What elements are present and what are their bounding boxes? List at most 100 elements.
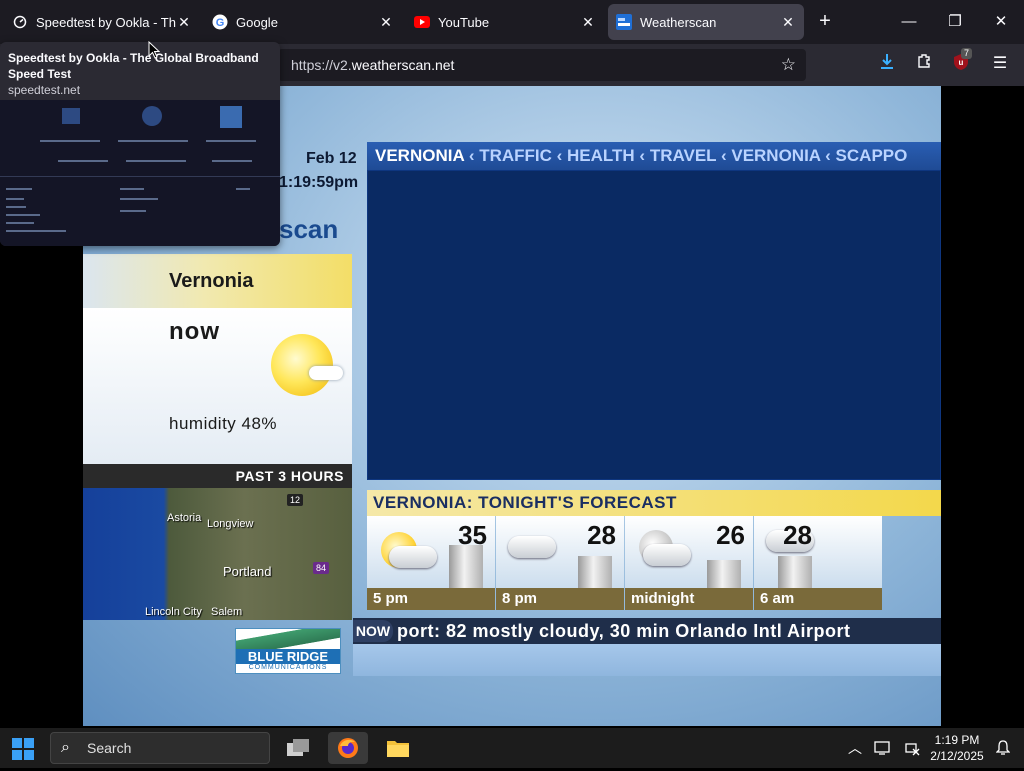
ticker-current: VERNONIA (375, 146, 465, 165)
forecast-temp: 28 (587, 520, 616, 550)
temp-bar (578, 556, 612, 588)
preview-title: Speedtest by Ookla - The Global Broadban… (8, 51, 259, 81)
forecast-temp: 28 (783, 520, 812, 550)
menu-icon[interactable]: ☰ (988, 52, 1012, 76)
sponsor-subtitle: COMMUNICATIONS (248, 664, 328, 671)
tab-title: YouTube (438, 14, 490, 30)
bottom-crawl: port: 82 mostly cloudy, 30 min Orlando I… (353, 618, 941, 644)
close-tab-icon[interactable]: ✕ (378, 14, 394, 31)
forecast-heading: VERNONIA: TONIGHT'S FORECAST (367, 490, 941, 516)
taskbar-search[interactable]: ⌕ Search (50, 732, 270, 764)
file-explorer-icon[interactable] (378, 732, 418, 764)
tab-weatherscan[interactable]: Weatherscan ✕ (608, 4, 804, 40)
forecast-time: midnight (625, 588, 753, 610)
windows-start-icon[interactable] (12, 738, 34, 760)
system-clock[interactable]: 1:19 PM 2/12/2025 (928, 732, 986, 764)
current-conditions-header: Vernonia (83, 254, 352, 308)
top-ticker: VERNONIA ‹ TRAFFIC ‹ HEALTH ‹ TRAVEL ‹ V… (367, 142, 941, 170)
temp-bar (707, 560, 741, 588)
map-label-portland: Portland (223, 564, 272, 579)
small-cloud-icon (309, 366, 343, 380)
close-window-button[interactable]: ✕ (978, 8, 1024, 36)
temp-bar (449, 545, 483, 588)
ticker-rest: ‹ TRAFFIC ‹ HEALTH ‹ TRAVEL ‹ VERNONIA ‹… (464, 146, 908, 165)
tab-strip: Speedtest by Ookla - The Global Broadban… (0, 0, 1024, 44)
date-display: Feb 12 (306, 150, 357, 167)
thumb-block (62, 108, 80, 124)
forecast-period: 26 midnight (625, 516, 753, 610)
tab-google[interactable]: G Google ✕ (204, 4, 402, 40)
mouse-cursor-icon (148, 41, 160, 59)
task-view-icon[interactable] (278, 732, 318, 764)
radar-map: Astoria Longview Portland Lincoln City S… (83, 488, 352, 620)
extension-badge: 7 (961, 48, 973, 59)
thumb-block (142, 106, 162, 126)
preview-url: speedtest.net (8, 83, 81, 97)
humidity-text: humidity 48% (169, 414, 278, 433)
thumb-text (6, 222, 34, 224)
tab-title: Google (236, 14, 278, 30)
interstate-shield-84: 84 (313, 562, 330, 574)
thumb-text (120, 210, 146, 212)
taskbar: ⌕ Search ︿ 1:19 PM 2/12/2025 (0, 728, 1024, 768)
thumb-text (6, 198, 24, 200)
now-badge: NOW (353, 620, 393, 642)
url-host: weatherscan.net (351, 57, 455, 73)
thumb-text (120, 188, 144, 190)
minimize-button[interactable]: — (886, 8, 932, 36)
close-tab-icon[interactable]: ✕ (176, 14, 192, 31)
tab-youtube[interactable]: YouTube ✕ (406, 4, 604, 40)
forecast-time: 8 pm (496, 588, 624, 610)
notifications-bell-icon[interactable] (995, 728, 1011, 768)
cloudy-icon (508, 536, 556, 558)
lower-bar (353, 644, 941, 676)
tab-hover-preview: Speedtest by Ookla - The Global Broadban… (0, 42, 280, 246)
thumb-text (6, 230, 66, 232)
close-tab-icon[interactable]: ✕ (580, 14, 596, 31)
new-tab-button[interactable]: + (813, 10, 837, 34)
now-label: now (169, 318, 220, 345)
map-label-salem: Salem (211, 606, 243, 618)
clock-time: 1:19 PM (934, 733, 980, 747)
time-display: 1:19:59pm (279, 174, 359, 191)
thumb-divider (0, 176, 280, 177)
extensions-icon[interactable] (912, 52, 936, 76)
mountain-logo-icon (236, 629, 340, 649)
map-label-astoria: Astoria (167, 512, 202, 524)
weatherscan-logo: scan (279, 214, 339, 244)
map-label-longview: Longview (207, 518, 254, 530)
show-hidden-icons-chevron-icon[interactable]: ︿ (848, 728, 862, 768)
thumb-text (58, 160, 108, 162)
network-icon[interactable] (904, 728, 920, 768)
svg-text:G: G (216, 17, 225, 29)
weatherscan-icon (616, 14, 632, 30)
current-conditions: now humidity 48% (83, 308, 352, 464)
ublock-icon[interactable]: u 7 (949, 48, 973, 76)
thumb-text (206, 140, 256, 142)
bookmark-star-icon[interactable]: ☆ (781, 49, 796, 81)
restore-button[interactable]: ❐ (932, 8, 978, 36)
sponsor-name: BLUE RIDGE (236, 649, 340, 664)
svg-text:u: u (959, 58, 964, 67)
sponsor-logo: BLUE RIDGE COMMUNICATIONS (235, 628, 341, 674)
thumb-text (6, 206, 26, 208)
url-bar[interactable]: https://v2.weatherscan.net ☆ (278, 49, 806, 81)
thumb-text (6, 214, 40, 216)
forecast-period: 28 6 am (754, 516, 882, 610)
preview-thumbnail (0, 100, 280, 246)
mostly-sunny-icon (271, 334, 333, 396)
temp-bar (778, 556, 812, 588)
tab-speedtest[interactable]: Speedtest by Ookla - The Global Broadban… (4, 4, 200, 40)
cloudy-night-icon (643, 544, 691, 566)
thumb-block (220, 106, 242, 128)
current-location: Vernonia (169, 270, 254, 292)
display-icon[interactable] (874, 728, 890, 768)
forecast-period: 28 8 pm (496, 516, 624, 610)
tab-title: Speedtest by Ookla - The Global Broadban… (36, 14, 176, 30)
clock-date: 2/12/2025 (930, 749, 984, 763)
firefox-icon[interactable] (328, 732, 368, 764)
downloads-icon[interactable] (875, 52, 899, 76)
close-tab-icon[interactable]: ✕ (780, 14, 796, 31)
thumb-text (212, 160, 252, 162)
speedtest-icon (12, 14, 28, 30)
